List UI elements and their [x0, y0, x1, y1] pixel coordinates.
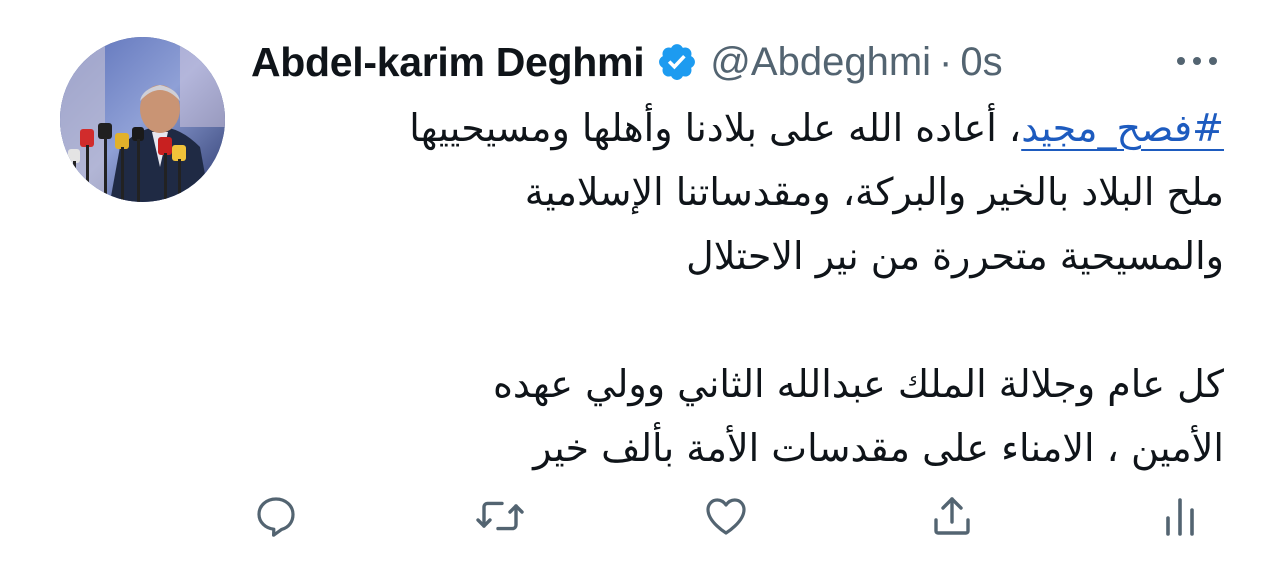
- author-handle[interactable]: @Abdeghmi: [710, 40, 931, 85]
- author-avatar[interactable]: [60, 37, 225, 202]
- verified-badge-icon: [656, 41, 698, 83]
- tweet-line-1: #فصح_مجيد، أعاده الله على بلادنا وأهلها …: [250, 96, 1224, 160]
- action-bar: [0, 486, 1284, 546]
- share-icon[interactable]: [922, 486, 982, 546]
- retweet-icon[interactable]: [470, 486, 530, 546]
- handle-and-time: @Abdeghmi · 0s: [710, 40, 1002, 85]
- separator-dot: ·: [939, 39, 953, 84]
- hashtag-link[interactable]: #فصح_مجيد: [1021, 106, 1224, 150]
- tweet-line-5: كل عام وجلالة الملك عبدالله الثاني وولي …: [493, 362, 1224, 406]
- tweet-timestamp[interactable]: 0s: [960, 40, 1002, 85]
- tweet-line-2: ملح البلاد بالخير والبركة، ومقدساتنا الإ…: [524, 170, 1224, 214]
- tweet-line-1-text: ، أعاده الله على بلادنا وأهلها ومسيحييها: [409, 106, 1022, 150]
- analytics-icon[interactable]: [1150, 486, 1210, 546]
- like-icon[interactable]: [696, 486, 756, 546]
- tweet-header: Abdel-karim Deghmi @Abdeghmi · 0s: [251, 34, 1003, 90]
- tweet-line-3: والمسيحية متحررة من نير الاحتلال: [686, 234, 1224, 278]
- author-display-name[interactable]: Abdel-karim Deghmi: [251, 39, 645, 86]
- reply-icon[interactable]: [246, 486, 306, 546]
- tweet-text: #فصح_مجيد، أعاده الله على بلادنا وأهلها …: [250, 96, 1224, 480]
- tweet-line-6: الأمين ، الامناء على مقدسات الأمة بألف خ…: [533, 426, 1224, 470]
- more-dots-icon[interactable]: [1172, 46, 1222, 76]
